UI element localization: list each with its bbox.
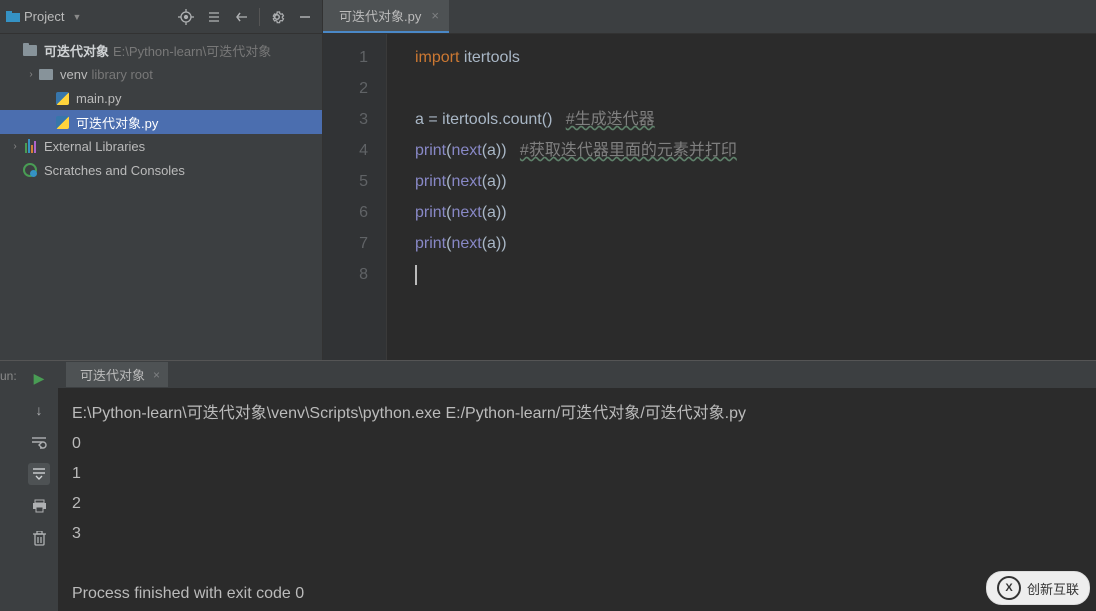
close-icon[interactable]: × — [431, 8, 439, 23]
tree-file-current[interactable]: 可迭代对象.py — [0, 110, 322, 134]
project-icon — [6, 10, 20, 24]
watermark-text: 创新互联 — [1027, 579, 1079, 598]
dropdown-icon: ▼ — [72, 12, 81, 22]
tree-external-libs[interactable]: › External Libraries — [0, 134, 322, 158]
run-tab-label: 可迭代对象 — [80, 365, 145, 384]
line-gutter: 12345678 — [323, 34, 387, 360]
run-label: un: — [0, 369, 17, 383]
file-name: 可迭代对象.py — [76, 113, 158, 132]
editor-tabs: 可迭代对象.py × — [323, 0, 1096, 34]
run-tab[interactable]: 可迭代对象 × — [66, 362, 168, 387]
run-content: 可迭代对象 × E:\Python-learn\可迭代对象\venv\Scrip… — [58, 361, 1096, 611]
run-scroll-icon[interactable] — [28, 463, 50, 485]
file-name: main.py — [76, 91, 122, 106]
root-name: 可迭代对象 — [44, 41, 109, 60]
run-left-gutter — [0, 361, 20, 611]
project-label: Project — [24, 9, 64, 24]
project-header: Project ▼ — [0, 0, 322, 34]
run-down-icon[interactable]: ↓ — [28, 399, 50, 421]
console-output[interactable]: E:\Python-learn\可迭代对象\venv\Scripts\pytho… — [58, 389, 1096, 611]
root-path: E:\Python-learn\可迭代对象 — [113, 41, 271, 60]
watermark: X 创新互联 — [986, 571, 1090, 605]
tab-label: 可迭代对象.py — [339, 6, 421, 25]
chevron-right-icon: › — [24, 69, 38, 80]
run-toolbar: ▶ ↓ — [20, 361, 58, 611]
venv-hint: library root — [91, 67, 152, 82]
run-panel: ▶ ↓ 可迭代对象 × E:\Python-learn\可迭代对象\venv\S… — [0, 360, 1096, 611]
tree-file-main[interactable]: main.py — [0, 86, 322, 110]
print-icon[interactable] — [28, 495, 50, 517]
close-icon[interactable]: × — [153, 368, 160, 382]
code-editor[interactable]: 12345678 import itertools a = itertools.… — [323, 34, 1096, 360]
ext-lib-label: External Libraries — [44, 139, 145, 154]
run-wrap-icon[interactable] — [28, 431, 50, 453]
scratches-label: Scratches and Consoles — [44, 163, 185, 178]
collapse-all-icon[interactable] — [231, 6, 253, 28]
expand-all-icon[interactable] — [203, 6, 225, 28]
scratches-icon — [22, 162, 38, 178]
tree-venv[interactable]: › venv library root — [0, 62, 322, 86]
venv-name: venv — [60, 67, 87, 82]
project-tree: 可迭代对象 E:\Python-learn\可迭代对象 › venv libra… — [0, 34, 322, 182]
minimize-icon[interactable] — [294, 6, 316, 28]
editor-area: 可迭代对象.py × 12345678 import itertools a =… — [323, 0, 1096, 360]
project-sidebar: Project ▼ 可迭代对象 E:\Python-learn\ — [0, 0, 323, 360]
settings-icon[interactable] — [266, 6, 288, 28]
trash-icon[interactable] — [28, 527, 50, 549]
project-title[interactable]: Project ▼ — [6, 9, 81, 24]
run-play-icon[interactable]: ▶ — [28, 367, 50, 389]
editor-tab[interactable]: 可迭代对象.py × — [323, 0, 449, 33]
code-content[interactable]: import itertools a = itertools.count() #… — [387, 34, 1096, 360]
run-tab-bar: 可迭代对象 × — [58, 361, 1096, 389]
folder-icon — [38, 66, 54, 82]
libraries-icon — [22, 138, 38, 154]
locate-icon[interactable] — [175, 6, 197, 28]
folder-icon — [22, 42, 38, 58]
tree-scratches[interactable]: Scratches and Consoles — [0, 158, 322, 182]
watermark-logo-icon: X — [997, 576, 1021, 600]
chevron-right-icon: › — [8, 141, 22, 152]
python-icon — [54, 90, 70, 106]
python-icon — [54, 114, 70, 130]
tree-root[interactable]: 可迭代对象 E:\Python-learn\可迭代对象 — [0, 38, 322, 62]
